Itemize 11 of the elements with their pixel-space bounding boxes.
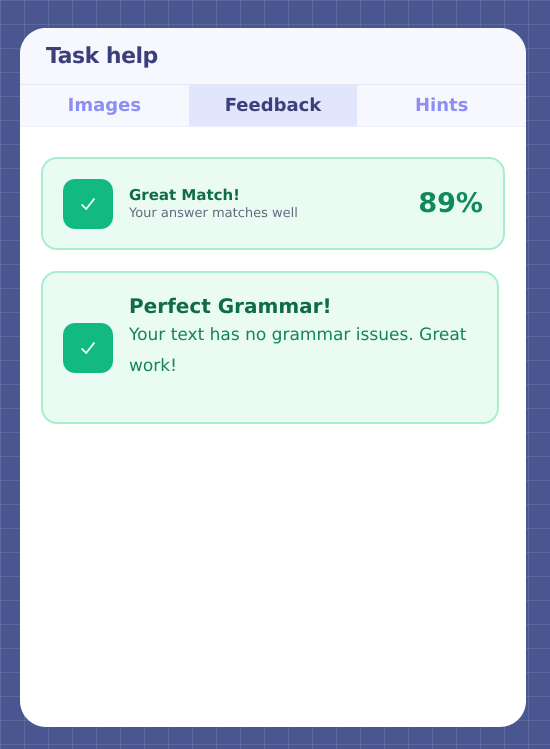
check-icon <box>63 322 113 372</box>
feedback-text: Your answer matches well <box>129 206 299 221</box>
feedback-title: Great Match! <box>129 186 242 204</box>
score-value: 89% <box>418 188 483 219</box>
feedback-text: Your text has no grammar issues. Great work! <box>129 324 468 378</box>
panel-title: Task help <box>46 44 158 68</box>
tab[interactable]: Images <box>20 85 189 126</box>
tab[interactable]: Feedback <box>188 85 358 126</box>
feedback-title: Perfect Grammar! <box>129 294 333 318</box>
tab[interactable]: Hints <box>357 85 526 126</box>
check-icon <box>63 178 113 228</box>
